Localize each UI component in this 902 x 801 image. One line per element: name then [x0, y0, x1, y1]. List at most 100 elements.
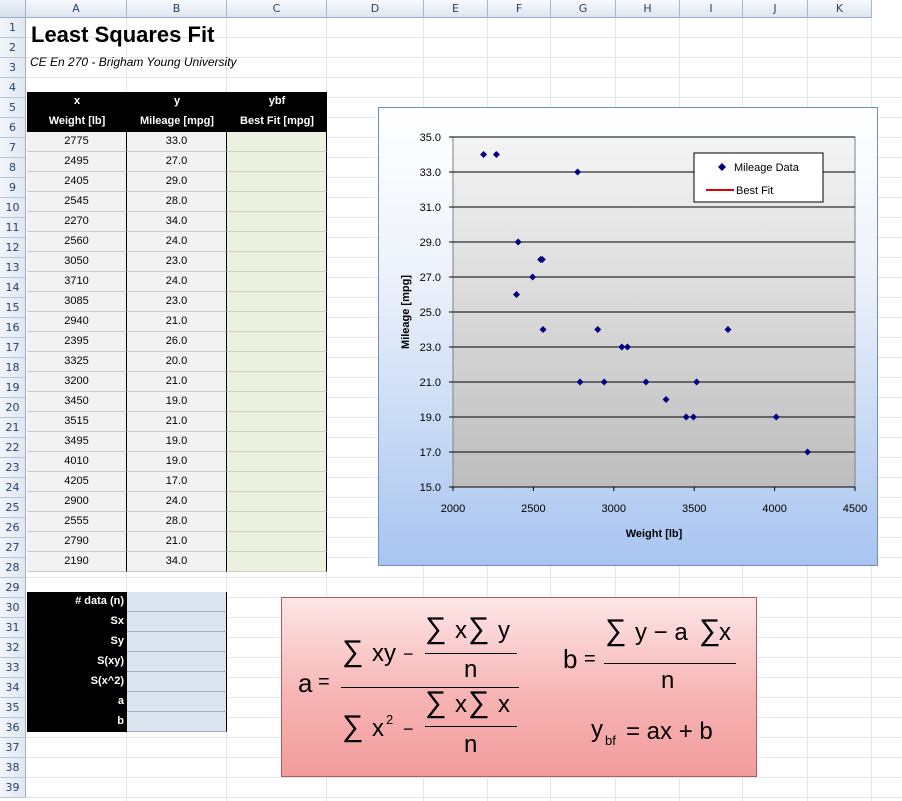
row-header-12[interactable]: 12 — [0, 238, 26, 258]
row-header-39[interactable]: 39 — [0, 778, 26, 798]
cell-best-fit[interactable] — [227, 292, 327, 312]
cell-best-fit[interactable] — [227, 372, 327, 392]
cell-best-fit[interactable] — [227, 252, 327, 272]
row-header-17[interactable]: 17 — [0, 338, 26, 358]
row-header-19[interactable]: 19 — [0, 378, 26, 398]
cell-best-fit[interactable] — [227, 312, 327, 332]
stats-value[interactable] — [127, 712, 227, 732]
cell-mileage[interactable]: 19.0 — [127, 452, 227, 472]
row-header-6[interactable]: 6 — [0, 118, 26, 138]
cell-best-fit[interactable] — [227, 532, 327, 552]
cell-mileage[interactable]: 28.0 — [127, 512, 227, 532]
cell-weight[interactable]: 2775 — [27, 132, 127, 152]
cell-mileage[interactable]: 24.0 — [127, 272, 227, 292]
stats-label[interactable]: S(x^2) — [27, 672, 127, 692]
cell-weight[interactable]: 3050 — [27, 252, 127, 272]
stats-label[interactable]: S(xy) — [27, 652, 127, 672]
row-header-33[interactable]: 33 — [0, 658, 26, 678]
cell-best-fit[interactable] — [227, 352, 327, 372]
row-header-32[interactable]: 32 — [0, 638, 26, 658]
cell-weight[interactable]: 4010 — [27, 452, 127, 472]
row-header-24[interactable]: 24 — [0, 478, 26, 498]
cell-mileage[interactable]: 26.0 — [127, 332, 227, 352]
cell-mileage[interactable]: 34.0 — [127, 212, 227, 232]
row-header-1[interactable]: 1 — [0, 18, 26, 38]
row-header-31[interactable]: 31 — [0, 618, 26, 638]
cell-best-fit[interactable] — [227, 452, 327, 472]
cell-mileage[interactable]: 20.0 — [127, 352, 227, 372]
cell-weight[interactable]: 3450 — [27, 392, 127, 412]
row-header-15[interactable]: 15 — [0, 298, 26, 318]
cell-best-fit[interactable] — [227, 412, 327, 432]
header-x-var[interactable]: x — [27, 92, 127, 112]
cell-best-fit[interactable] — [227, 212, 327, 232]
row-header-14[interactable]: 14 — [0, 278, 26, 298]
cell-weight[interactable]: 2545 — [27, 192, 127, 212]
column-header-k[interactable]: K — [808, 0, 872, 18]
row-header-21[interactable]: 21 — [0, 418, 26, 438]
row-header-9[interactable]: 9 — [0, 178, 26, 198]
cell-mileage[interactable]: 17.0 — [127, 472, 227, 492]
stats-label[interactable]: Sx — [27, 612, 127, 632]
cell-mileage[interactable]: 33.0 — [127, 132, 227, 152]
column-header-d[interactable]: D — [327, 0, 424, 18]
row-header-8[interactable]: 8 — [0, 158, 26, 178]
row-header-29[interactable]: 29 — [0, 578, 26, 598]
cell-weight[interactable]: 2270 — [27, 212, 127, 232]
cell-mileage[interactable]: 21.0 — [127, 372, 227, 392]
cell-best-fit[interactable] — [227, 492, 327, 512]
row-header-11[interactable]: 11 — [0, 218, 26, 238]
cell-mileage[interactable]: 24.0 — [127, 492, 227, 512]
stats-value[interactable] — [127, 592, 227, 612]
stats-label[interactable]: Sy — [27, 632, 127, 652]
column-header-i[interactable]: I — [680, 0, 743, 18]
header-y-var[interactable]: y — [127, 92, 227, 112]
stats-value[interactable] — [127, 692, 227, 712]
column-header-b[interactable]: B — [127, 0, 227, 18]
cell-best-fit[interactable] — [227, 172, 327, 192]
cell-weight[interactable]: 4205 — [27, 472, 127, 492]
row-header-27[interactable]: 27 — [0, 538, 26, 558]
cell-weight[interactable]: 2900 — [27, 492, 127, 512]
row-header-4[interactable]: 4 — [0, 78, 26, 98]
stats-value[interactable] — [127, 652, 227, 672]
cell-weight[interactable]: 3495 — [27, 432, 127, 452]
select-all-corner[interactable] — [0, 0, 26, 18]
row-header-36[interactable]: 36 — [0, 718, 26, 738]
row-header-28[interactable]: 28 — [0, 558, 26, 578]
row-header-5[interactable]: 5 — [0, 98, 26, 118]
cell-weight[interactable]: 3515 — [27, 412, 127, 432]
cell-weight[interactable]: 2190 — [27, 552, 127, 572]
cell-mileage[interactable]: 28.0 — [127, 192, 227, 212]
cell-best-fit[interactable] — [227, 332, 327, 352]
row-header-30[interactable]: 30 — [0, 598, 26, 618]
sheet-subtitle[interactable]: CE En 270 - Brigham Young University — [30, 55, 237, 69]
row-header-2[interactable]: 2 — [0, 38, 26, 58]
cell-best-fit[interactable] — [227, 232, 327, 252]
row-header-16[interactable]: 16 — [0, 318, 26, 338]
column-header-h[interactable]: H — [616, 0, 680, 18]
row-header-7[interactable]: 7 — [0, 138, 26, 158]
stats-label[interactable]: # data (n) — [27, 592, 127, 612]
cell-weight[interactable]: 2560 — [27, 232, 127, 252]
formula-box[interactable]: a = ∑ xy − ∑ x ∑ y n ∑ x 2 − ∑ x ∑ x n b… — [281, 597, 757, 777]
cell-mileage[interactable]: 34.0 — [127, 552, 227, 572]
row-header-20[interactable]: 20 — [0, 398, 26, 418]
cell-best-fit[interactable] — [227, 132, 327, 152]
cell-best-fit[interactable] — [227, 552, 327, 572]
stats-value[interactable] — [127, 632, 227, 652]
row-header-22[interactable]: 22 — [0, 438, 26, 458]
cell-weight[interactable]: 2395 — [27, 332, 127, 352]
column-header-g[interactable]: G — [551, 0, 616, 18]
column-header-e[interactable]: E — [424, 0, 488, 18]
cell-best-fit[interactable] — [227, 472, 327, 492]
cell-mileage[interactable]: 19.0 — [127, 392, 227, 412]
column-header-c[interactable]: C — [227, 0, 327, 18]
row-header-26[interactable]: 26 — [0, 518, 26, 538]
stats-label[interactable]: b — [27, 712, 127, 732]
row-header-10[interactable]: 10 — [0, 198, 26, 218]
stats-value[interactable] — [127, 612, 227, 632]
scatter-chart[interactable]: 35.0 33.0 31.0 29.0 27.0 25.0 23.0 21.0 19.0 17.0… — [378, 107, 878, 566]
cell-mileage[interactable]: 21.0 — [127, 312, 227, 332]
row-header-35[interactable]: 35 — [0, 698, 26, 718]
